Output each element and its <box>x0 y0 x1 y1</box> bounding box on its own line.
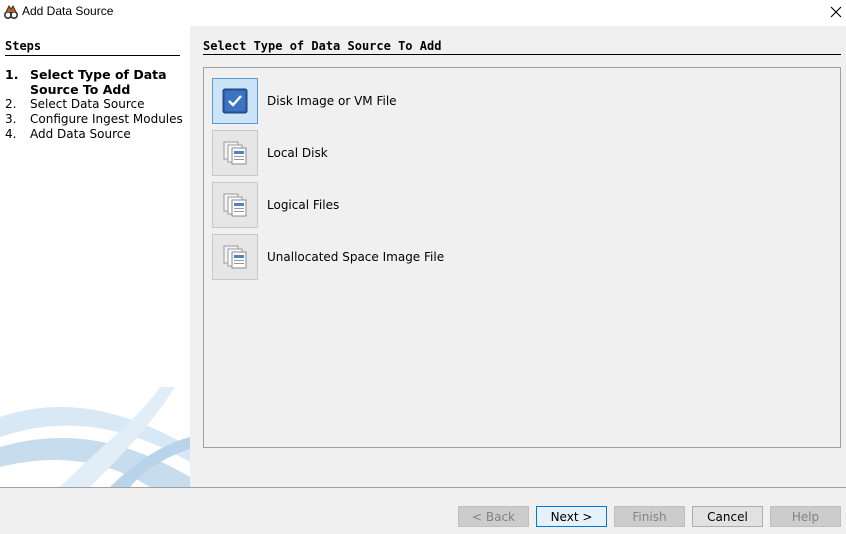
document-stack-icon <box>223 141 247 164</box>
steps-divider <box>5 55 180 56</box>
header-divider <box>203 54 841 55</box>
option-label: Local Disk <box>267 145 328 160</box>
steps-panel: Steps 1. Select Type of Data Source To A… <box>0 26 190 487</box>
step-label: Select Type of Data Source To Add <box>30 67 167 97</box>
checkbox-icon <box>222 88 248 113</box>
option-label: Unallocated Space Image File <box>267 249 445 264</box>
option-local-disk[interactable]: Local Disk <box>212 129 612 176</box>
option-icon-button[interactable] <box>212 129 258 176</box>
steps-list: 1. Select Type of Data Source To Add 2. … <box>5 67 185 142</box>
step-number: 4. <box>5 127 17 141</box>
finish-button[interactable]: Finish <box>614 506 685 527</box>
page-title: Select Type of Data Source To Add <box>203 39 442 53</box>
option-label: Logical Files <box>267 197 340 212</box>
window-title: Add Data Source <box>22 4 114 18</box>
footer-divider <box>0 487 846 488</box>
step-label: Configure Ingest Modules <box>30 112 183 126</box>
option-icon-button[interactable] <box>212 233 258 280</box>
close-button[interactable] <box>826 0 846 24</box>
step-label: Add Data Source <box>30 127 131 141</box>
data-source-type-list: Disk Image or VM File Local Disk Logical… <box>203 67 841 448</box>
step-label: Select Data Source <box>30 97 145 111</box>
title-bar: Add Data Source <box>0 0 846 26</box>
option-label: Disk Image or VM File <box>267 93 397 108</box>
step-item-4: 4. Add Data Source <box>5 127 185 142</box>
option-logical-files[interactable]: Logical Files <box>212 181 612 228</box>
option-disk-image[interactable]: Disk Image or VM File <box>212 77 612 124</box>
document-stack-icon <box>223 193 247 216</box>
help-button[interactable]: Help <box>770 506 841 527</box>
option-icon-button[interactable] <box>212 181 258 228</box>
step-item-1: 1. Select Type of Data Source To Add <box>5 67 185 97</box>
close-icon <box>830 6 842 18</box>
next-button[interactable]: Next > <box>536 506 607 527</box>
app-icon <box>3 5 19 20</box>
cancel-button[interactable]: Cancel <box>692 506 763 527</box>
step-item-2: 2. Select Data Source <box>5 97 185 112</box>
steps-header: Steps <box>5 39 42 53</box>
back-button[interactable]: < Back <box>458 506 529 527</box>
option-unallocated-space[interactable]: Unallocated Space Image File <box>212 233 612 280</box>
step-number: 3. <box>5 112 17 126</box>
step-item-3: 3. Configure Ingest Modules <box>5 112 185 127</box>
document-stack-icon <box>223 245 247 268</box>
option-icon-button[interactable] <box>212 77 258 124</box>
step-number: 1. <box>5 67 19 82</box>
step-number: 2. <box>5 97 17 111</box>
decorative-swoosh <box>0 387 190 487</box>
